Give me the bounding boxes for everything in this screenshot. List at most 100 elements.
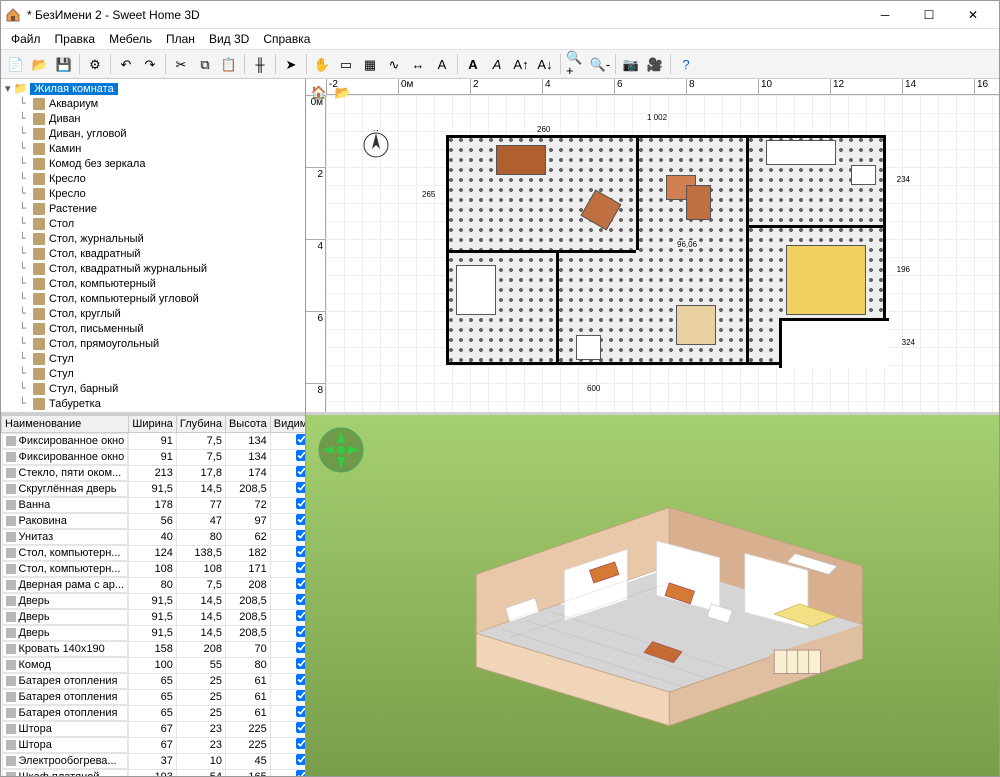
table-row[interactable]: Дверь91,514,5208,5 bbox=[2, 625, 306, 641]
visibility-checkbox[interactable] bbox=[296, 706, 305, 717]
text-bold[interactable]: A bbox=[462, 53, 484, 75]
catalog-item[interactable]: └Стул, барный bbox=[3, 381, 303, 396]
catalog-item[interactable]: └Стул bbox=[3, 351, 303, 366]
column-header[interactable]: Ширина bbox=[129, 416, 177, 433]
visibility-checkbox[interactable] bbox=[296, 610, 305, 621]
catalog-category[interactable]: ▾ 📁 Жилая комната bbox=[3, 81, 303, 96]
wall-tool[interactable]: ▭ bbox=[335, 53, 357, 75]
dimension-tool[interactable]: ↔ bbox=[407, 53, 429, 75]
catalog-item[interactable]: └Стол, квадратный журнальный bbox=[3, 261, 303, 276]
table-row[interactable]: Батарея отопления652561 bbox=[2, 673, 306, 689]
table-row[interactable]: Фиксированное окно917,5134 bbox=[2, 449, 306, 465]
pan-tool[interactable]: ✋ bbox=[311, 53, 333, 75]
table-row[interactable]: Комод1005580 bbox=[2, 657, 306, 673]
add-furniture-button[interactable]: ╫ bbox=[249, 53, 271, 75]
minimize-button[interactable]: ─ bbox=[863, 2, 907, 28]
catalog-tree[interactable]: ▾ 📁 Жилая комната └Аквариум└Диван└Диван,… bbox=[1, 79, 305, 415]
text-tool[interactable]: A bbox=[431, 53, 453, 75]
catalog-item[interactable]: └Стол, прямоугольный bbox=[3, 336, 303, 351]
table-row[interactable]: Дверная рама с ар...807,5208 bbox=[2, 577, 306, 593]
catalog-item[interactable]: └Стол, круглый bbox=[3, 306, 303, 321]
room-tool[interactable]: ▦ bbox=[359, 53, 381, 75]
catalog-item[interactable]: └Стол, квадратный bbox=[3, 246, 303, 261]
table-row[interactable]: Электрообогрева...371045 bbox=[2, 753, 306, 769]
table-row[interactable]: Шкаф платяной19354165 bbox=[2, 769, 306, 776]
save-button[interactable]: 💾 bbox=[53, 53, 75, 75]
table-row[interactable]: Батарея отопления652561 bbox=[2, 689, 306, 705]
catalog-item[interactable]: └Камин bbox=[3, 141, 303, 156]
column-header[interactable]: Глубина bbox=[176, 416, 225, 433]
visibility-checkbox[interactable] bbox=[296, 466, 305, 477]
table-row[interactable]: Унитаз408062 bbox=[2, 529, 306, 545]
table-row[interactable]: Ванна1787772 bbox=[2, 497, 306, 513]
zoom-out-button[interactable]: 🔍- bbox=[589, 53, 611, 75]
visibility-checkbox[interactable] bbox=[296, 434, 305, 445]
floorplan[interactable]: 1 002 260 265 600 324 96,06 196 234 bbox=[446, 135, 886, 365]
catalog-item[interactable]: └Кресло bbox=[3, 171, 303, 186]
table-row[interactable]: Раковина564797 bbox=[2, 513, 306, 529]
table-row[interactable]: Штора6723225 bbox=[2, 737, 306, 753]
redo-button[interactable]: ↷ bbox=[139, 53, 161, 75]
help-button[interactable]: ? bbox=[675, 53, 697, 75]
plan-view-2d[interactable]: 🏠 📂 -20м24681012141618 0м2468 N bbox=[306, 79, 999, 415]
visibility-checkbox[interactable] bbox=[296, 514, 305, 525]
catalog-item[interactable]: └Кресло bbox=[3, 186, 303, 201]
select-tool[interactable]: ➤ bbox=[280, 53, 302, 75]
menu-вид 3d[interactable]: Вид 3D bbox=[203, 31, 255, 47]
visibility-checkbox[interactable] bbox=[296, 738, 305, 749]
view-3d[interactable] bbox=[306, 415, 999, 776]
open-button[interactable]: 📂 bbox=[29, 53, 51, 75]
zoom-in-button[interactable]: 🔍+ bbox=[565, 53, 587, 75]
catalog-item[interactable]: └Стол, компьютерный bbox=[3, 276, 303, 291]
copy-button[interactable]: ⧉ bbox=[194, 53, 216, 75]
cut-button[interactable]: ✂ bbox=[170, 53, 192, 75]
video-button[interactable]: 🎥 bbox=[644, 53, 666, 75]
table-row[interactable]: Фиксированное окно917,5134 bbox=[2, 433, 306, 450]
column-header[interactable]: Наименование bbox=[2, 416, 129, 433]
plan-default-button[interactable]: 🏠 bbox=[308, 81, 330, 103]
polyline-tool[interactable]: ∿ bbox=[383, 53, 405, 75]
catalog-item[interactable]: └Табуретка bbox=[3, 396, 303, 411]
visibility-checkbox[interactable] bbox=[296, 546, 305, 557]
text-smaller[interactable]: A↓ bbox=[534, 53, 556, 75]
visibility-checkbox[interactable] bbox=[296, 562, 305, 573]
table-row[interactable]: Стол, компьютерн...108108171 bbox=[2, 561, 306, 577]
visibility-checkbox[interactable] bbox=[296, 498, 305, 509]
column-header[interactable]: Высота bbox=[225, 416, 270, 433]
column-header[interactable]: Видимость bbox=[270, 416, 305, 433]
menu-правка[interactable]: Правка bbox=[49, 31, 102, 47]
visibility-checkbox[interactable] bbox=[296, 450, 305, 461]
catalog-item[interactable]: └Комод без зеркала bbox=[3, 156, 303, 171]
visibility-checkbox[interactable] bbox=[296, 594, 305, 605]
table-row[interactable]: Дверь91,514,5208,5 bbox=[2, 593, 306, 609]
catalog-item[interactable]: └Стол, компьютерный угловой bbox=[3, 291, 303, 306]
house-3d-model[interactable] bbox=[306, 415, 999, 776]
table-row[interactable]: Скруглённая дверь91,514,5208,5 bbox=[2, 481, 306, 497]
preferences-button[interactable]: ⚙ bbox=[84, 53, 106, 75]
catalog-item[interactable]: └Стол, журнальный bbox=[3, 231, 303, 246]
undo-button[interactable]: ↶ bbox=[115, 53, 137, 75]
visibility-checkbox[interactable] bbox=[296, 754, 305, 765]
catalog-item[interactable]: └Стул bbox=[3, 366, 303, 381]
table-row[interactable]: Батарея отопления652561 bbox=[2, 705, 306, 721]
catalog-item[interactable]: └Растение bbox=[3, 201, 303, 216]
table-row[interactable]: Дверь91,514,5208,5 bbox=[2, 609, 306, 625]
table-row[interactable]: Штора6723225 bbox=[2, 721, 306, 737]
new-button[interactable]: 📄 bbox=[5, 53, 27, 75]
visibility-checkbox[interactable] bbox=[296, 530, 305, 541]
compass-icon[interactable]: N bbox=[361, 130, 391, 160]
close-button[interactable]: ✕ bbox=[951, 2, 995, 28]
visibility-checkbox[interactable] bbox=[296, 770, 305, 776]
visibility-checkbox[interactable] bbox=[296, 658, 305, 669]
menu-справка[interactable]: Справка bbox=[257, 31, 316, 47]
catalog-item[interactable]: └Стол bbox=[3, 216, 303, 231]
photo-button[interactable]: 📷 bbox=[620, 53, 642, 75]
furniture-list[interactable]: НаименованиеШиринаГлубинаВысотаВидимость… bbox=[1, 415, 305, 776]
visibility-checkbox[interactable] bbox=[296, 578, 305, 589]
catalog-item[interactable]: └Стол, письменный bbox=[3, 321, 303, 336]
visibility-checkbox[interactable] bbox=[296, 722, 305, 733]
maximize-button[interactable]: ☐ bbox=[907, 2, 951, 28]
visibility-checkbox[interactable] bbox=[296, 690, 305, 701]
menu-файл[interactable]: Файл bbox=[5, 31, 47, 47]
plan-levels-button[interactable]: 📂 bbox=[332, 81, 354, 103]
